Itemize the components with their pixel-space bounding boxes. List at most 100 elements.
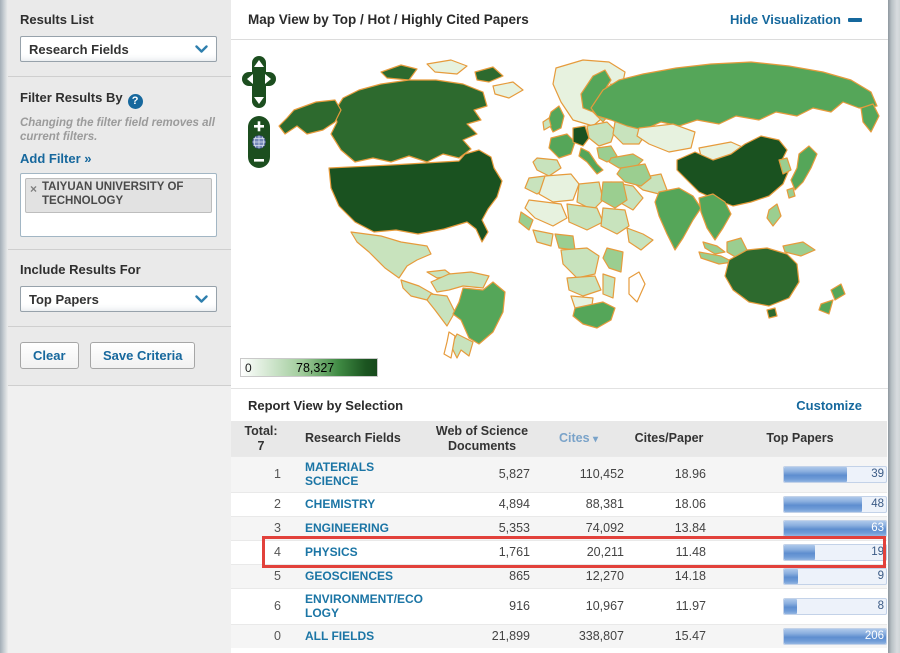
sidebar-edge <box>0 0 8 653</box>
vertical-scrollbar[interactable] <box>888 0 900 653</box>
globe-icon[interactable] <box>252 135 266 149</box>
sort-desc-icon: ▾ <box>593 434 599 446</box>
top-papers-bar: 8 <box>783 597 887 615</box>
save-criteria-button[interactable]: Save Criteria <box>89 342 196 370</box>
row-field-cell: CHEMISTRY <box>291 494 432 514</box>
sidebar-filler <box>8 386 231 653</box>
top-papers-bar-fill <box>784 544 815 560</box>
region-australia[interactable] <box>724 247 800 307</box>
region-central-america[interactable] <box>400 279 434 301</box>
table-row: 3 ENGINEERING 5,353 74,092 13.84 63 <box>231 515 887 540</box>
region-nigeria[interactable] <box>554 233 576 251</box>
row-cites: 88,381 <box>585 497 624 512</box>
row-cites: 10,967 <box>585 599 624 614</box>
region-kazakhstan[interactable] <box>636 123 696 153</box>
row-cites-per-paper: 11.48 <box>675 545 706 560</box>
include-results-label: Include Results For <box>20 262 141 278</box>
region-canada[interactable] <box>330 79 488 163</box>
region-central-europe[interactable] <box>586 121 616 147</box>
row-field-cell: MATERIALS SCIENCE <box>291 457 432 492</box>
clear-button[interactable]: Clear <box>20 342 79 370</box>
col-header-cites-sortable[interactable]: Cites ▾ <box>532 431 625 446</box>
region-india[interactable] <box>654 187 702 251</box>
region-russia[interactable] <box>590 61 878 131</box>
map-pan-control[interactable] <box>242 56 276 108</box>
map-zoom-control[interactable] <box>248 116 270 168</box>
row-top-papers-cell: 19 <box>713 543 887 561</box>
field-link[interactable]: ENGINEERING <box>305 521 389 535</box>
region-central-africa[interactable] <box>560 247 600 279</box>
region-malaysia[interactable] <box>702 241 726 255</box>
region-papua-new-guinea[interactable] <box>782 241 816 257</box>
row-top-papers-cell: 63 <box>713 519 887 537</box>
field-link[interactable]: GEOSCIENCES <box>305 569 393 583</box>
row-field-cell: ENVIRONMENT/ECOLOGY <box>291 589 432 624</box>
field-link[interactable]: ENVIRONMENT/ECOLOGY <box>305 592 425 621</box>
region-spain[interactable] <box>532 157 562 177</box>
table-row: 4 PHYSICS 1,761 20,211 11.48 19 <box>231 539 887 564</box>
region-usa[interactable] <box>328 149 503 243</box>
region-angola-zambia[interactable] <box>566 275 602 297</box>
include-results-section: Include Results For Top Papers <box>8 250 231 328</box>
region-ireland[interactable] <box>542 117 552 131</box>
include-results-dropdown[interactable]: Top Papers <box>20 286 217 313</box>
filter-tag-label: TAIYUAN UNIVERSITY OF TECHNOLOGY <box>42 181 184 208</box>
zoom-out-button[interactable] <box>254 159 264 162</box>
table-body: 1 MATERIALS SCIENCE 5,827 110,452 18.96 39 2 CH… <box>231 456 887 648</box>
region-uk[interactable] <box>547 105 565 133</box>
region-france[interactable] <box>548 133 576 159</box>
region-new-zealand[interactable] <box>818 299 834 315</box>
top-papers-bar-fill <box>784 568 799 584</box>
map-header: Map View by Top / Hot / Highly Cited Pap… <box>231 0 888 40</box>
region-alaska[interactable] <box>278 99 342 135</box>
filter-note: Changing the filter field removes all cu… <box>20 116 215 143</box>
row-docs: 4,894 <box>498 497 530 512</box>
remove-filter-icon[interactable]: × <box>30 182 37 196</box>
region-madagascar[interactable] <box>628 271 646 303</box>
results-list-dropdown[interactable]: Research Fields <box>20 36 217 62</box>
region-kamchatka[interactable] <box>860 103 880 133</box>
filter-section: Filter Results By? Changing the filter f… <box>8 77 231 251</box>
region-canada-island[interactable] <box>426 59 468 75</box>
region-philippines[interactable] <box>766 203 782 227</box>
region-horn-of-africa[interactable] <box>626 227 654 251</box>
region-mexico[interactable] <box>350 231 432 279</box>
report-table: Total: 7 Research Fields Web of Science D… <box>231 421 887 648</box>
customize-link[interactable]: Customize <box>796 398 862 413</box>
region-canada-island[interactable] <box>474 66 504 83</box>
region-canada-island[interactable] <box>380 64 418 81</box>
hide-visualization-link[interactable]: Hide Visualization <box>730 12 862 27</box>
field-link[interactable]: ALL FIELDS <box>305 629 374 643</box>
region-new-zealand[interactable] <box>830 283 846 301</box>
row-field-cell: ALL FIELDS <box>291 626 432 646</box>
row-field-cell: GEOSCIENCES <box>291 566 432 586</box>
field-link[interactable]: MATERIALS SCIENCE <box>305 460 425 489</box>
scale-max-label: 78,327 <box>296 361 335 375</box>
top-papers-bar-fill <box>784 496 862 512</box>
region-ghana[interactable] <box>532 229 554 247</box>
region-mozambique[interactable] <box>602 273 616 299</box>
world-map[interactable] <box>231 50 887 360</box>
help-icon[interactable]: ? <box>127 93 143 109</box>
row-rank: 2 <box>274 497 281 512</box>
field-link[interactable]: CHEMISTRY <box>305 497 375 511</box>
region-sudan[interactable] <box>600 207 630 235</box>
col-header-top-papers: Top Papers <box>766 431 834 446</box>
add-filter-link[interactable]: Add Filter » <box>20 151 92 166</box>
region-kenya-tanzania[interactable] <box>602 247 624 273</box>
region-taiwan[interactable] <box>786 187 796 199</box>
row-docs: 916 <box>509 599 530 614</box>
region-chile[interactable] <box>443 331 456 359</box>
region-japan[interactable] <box>790 145 818 191</box>
region-niger-chad[interactable] <box>566 203 604 231</box>
region-germany[interactable] <box>572 125 590 147</box>
region-peru[interactable] <box>426 293 456 327</box>
row-cites-per-paper: 15.47 <box>674 629 706 644</box>
results-list-section: Results List Research Fields <box>8 0 231 77</box>
region-canada-island[interactable] <box>492 81 524 99</box>
row-rank: 1 <box>274 467 281 482</box>
field-link[interactable]: PHYSICS <box>305 545 358 559</box>
region-algeria[interactable] <box>538 173 580 203</box>
region-brazil[interactable] <box>452 281 506 345</box>
region-tasmania[interactable] <box>766 307 778 319</box>
